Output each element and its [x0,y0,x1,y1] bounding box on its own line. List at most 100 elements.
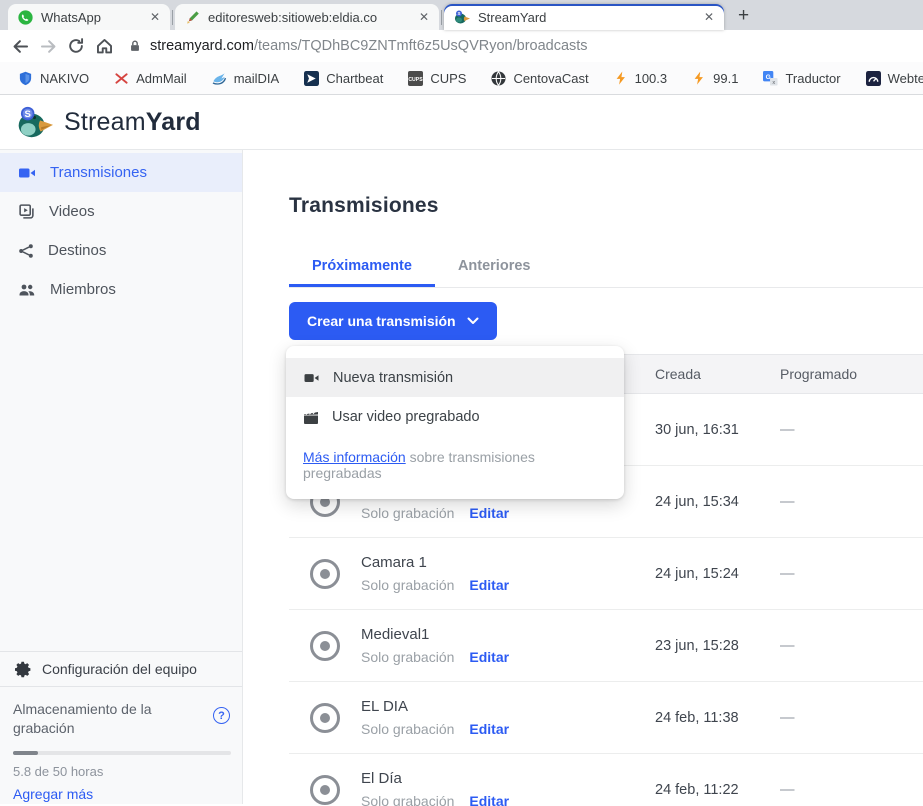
browser-tab-strip: WhatsApp ✕ editoresweb:sitioweb:eldia.co… [0,0,923,30]
sidebar-item-videos[interactable]: Videos [0,192,242,231]
scheduled-cell: — [780,782,923,798]
svg-text:G: G [766,73,771,80]
mas-informacion-link[interactable]: Más información [303,449,406,465]
bookmark-label: Webtest [888,71,923,86]
chevron-down-icon [467,317,479,325]
people-icon [18,282,36,297]
bookmark-label: Chartbeat [326,71,383,86]
app-body: Transmisiones Videos Destinos Miembros C… [0,150,923,804]
scheduled-cell: — [780,566,923,582]
menu-item-nueva-transmision[interactable]: Nueva transmisión [286,358,624,397]
reload-icon [67,37,85,55]
video-camera-icon [18,165,36,181]
browser-tab-editoresweb[interactable]: editoresweb:sitioweb:eldia.co ✕ [175,4,439,30]
edit-link[interactable]: Editar [469,577,509,593]
back-button[interactable] [6,32,34,60]
sidebar-item-label: Videos [49,203,95,220]
bookmark-100-3[interactable]: 100.3 [614,71,668,86]
arrow-left-icon [11,37,30,56]
record-icon [310,631,340,661]
bookmark-webtest[interactable]: Webtest [866,71,923,86]
bookmarks-bar: NAKIVO AdmMail mailDIA Chartbeat CUPS CU… [0,62,923,95]
video-library-icon [18,203,35,220]
close-icon[interactable]: ✕ [419,11,429,23]
table-row: Medieval1 Solo grabaciónEditar 23 jun, 1… [289,610,923,682]
broadcast-meta: Solo grabación [361,505,454,521]
address-bar[interactable]: streamyard.com/teams/TQDhBC9ZNTmft6z5UsQ… [128,38,588,54]
menu-item-usar-video-pregrabado[interactable]: Usar video pregrabado [286,397,624,436]
menu-item-label: Usar video pregrabado [332,409,480,425]
bookmark-cups[interactable]: CUPS CUPS [408,71,466,86]
tab-anteriores[interactable]: Anteriores [435,258,554,287]
record-icon [310,775,340,805]
browser-toolbar: streamyard.com/teams/TQDhBC9ZNTmft6z5UsQ… [0,30,923,62]
column-scheduled: Programado [780,366,923,382]
edit-link[interactable]: Editar [469,505,509,521]
storage-panel: Almacenamiento de la grabación ? 5.8 de … [0,686,242,804]
broadcast-meta: Solo grabación [361,649,454,665]
sidebar-item-miembros[interactable]: Miembros [0,270,242,309]
red-cross-mail-icon [114,71,129,86]
storage-progress-bar [13,751,231,755]
bookmark-centovacast[interactable]: CentovaCast [491,71,588,86]
broadcast-tabs: Próximamente Anteriores [289,258,923,288]
edit-link[interactable]: Editar [469,721,509,737]
bolt-icon [614,71,628,85]
bookmark-label: CUPS [430,71,466,86]
new-tab-button[interactable]: + [738,6,749,25]
editor-pencil-icon [185,10,200,25]
gear-icon [15,661,32,678]
edit-link[interactable]: Editar [469,793,509,806]
bookmark-label: mailDIA [234,71,280,86]
home-button[interactable] [90,32,118,60]
streamyard-wordmark: StreamYard [64,108,201,137]
created-cell: 24 jun, 15:24 [655,566,780,582]
sidebar-item-destinos[interactable]: Destinos [0,231,242,270]
broadcast-name: EL DIA [361,698,509,715]
bookmark-99-1[interactable]: 99.1 [692,71,738,86]
add-more-link[interactable]: Agregar más [13,786,93,802]
page-title: Transmisiones [289,194,923,218]
lock-icon [128,39,142,53]
sidebar-item-label: Destinos [48,242,106,259]
sidebar-item-label: Miembros [50,281,116,298]
browser-tab-whatsapp[interactable]: WhatsApp ✕ [8,4,170,30]
scheduled-cell: — [780,494,923,510]
team-settings-button[interactable]: Configuración del equipo [0,651,242,686]
bookmark-chartbeat[interactable]: Chartbeat [304,71,383,86]
help-icon[interactable]: ? [213,707,230,724]
tab-title: StreamYard [478,10,696,25]
create-broadcast-button[interactable]: Crear una transmisión [289,302,497,340]
created-cell: 24 feb, 11:22 [655,782,780,798]
share-icon [18,243,34,259]
sidebar-item-transmisiones[interactable]: Transmisiones [0,153,242,192]
broadcast-meta: Solo grabación [361,793,454,806]
tab-title: WhatsApp [41,10,142,25]
edit-link[interactable]: Editar [469,649,509,665]
bolt-icon [692,71,706,85]
dropdown-footer: Más información sobre transmisiones preg… [286,436,624,493]
table-row: EL DIA Solo grabaciónEditar 24 feb, 11:3… [289,682,923,754]
bookmark-nakivo[interactable]: NAKIVO [18,71,89,86]
streamyard-logo-duck-icon: S [16,104,54,140]
svg-text:x: x [773,79,776,85]
close-icon[interactable]: ✕ [150,11,160,23]
cups-icon: CUPS [408,71,423,86]
forward-button[interactable] [34,32,62,60]
storage-title: Almacenamiento de la grabación [13,700,173,738]
browser-tab-streamyard[interactable]: S StreamYard ✕ [444,4,724,30]
url-text: streamyard.com/teams/TQDhBC9ZNTmft6z5UsQ… [150,38,588,54]
bookmark-maildia[interactable]: mailDIA [212,71,280,86]
tab-divider [172,10,173,25]
bookmark-admmail[interactable]: AdmMail [114,71,187,86]
created-cell: 24 feb, 11:38 [655,710,780,726]
tab-proximamente[interactable]: Próximamente [289,258,435,287]
close-icon[interactable]: ✕ [704,11,714,23]
reload-button[interactable] [62,32,90,60]
bookmark-traductor[interactable]: Gx Traductor [763,71,840,86]
home-icon [95,37,114,56]
storage-used-label: 5.8 de 50 horas [13,764,230,779]
app-header: S StreamYard [0,95,923,150]
record-icon [310,703,340,733]
svg-text:S: S [25,109,31,120]
